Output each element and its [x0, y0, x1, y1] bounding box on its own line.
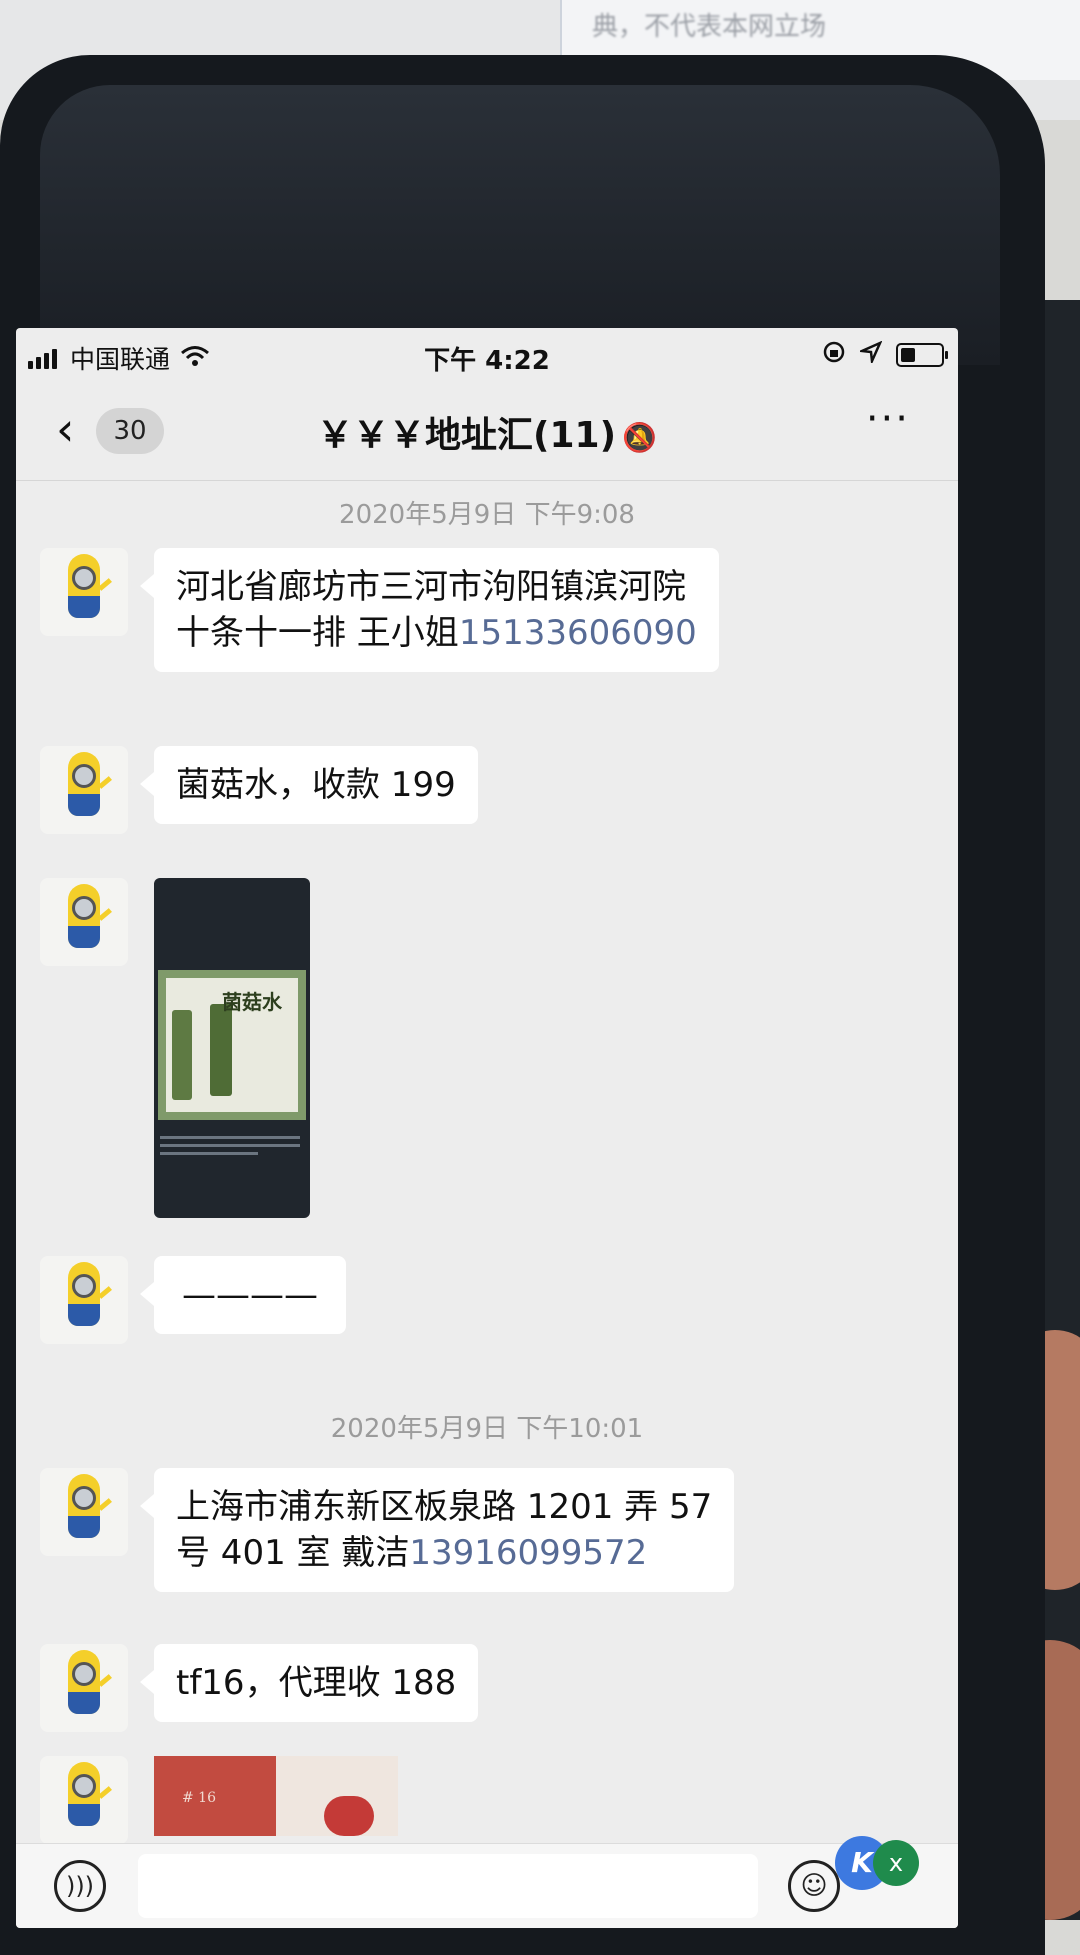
avatar[interactable]	[40, 1468, 128, 1556]
image-caption-lines	[160, 1136, 300, 1160]
poster-title: 菌菇水	[222, 990, 282, 1014]
input-bar: ))) ☺	[16, 1843, 958, 1928]
message-text: tf16，代理收 188	[176, 1663, 457, 1703]
avatar[interactable]	[40, 746, 128, 834]
chat-title: ￥￥￥地址汇(11) 🔕	[16, 406, 958, 458]
image-label: # 16	[182, 1790, 216, 1806]
image-message[interactable]: # 16	[154, 1756, 398, 1836]
status-time: 下午 4:22	[424, 346, 550, 376]
group-name: ￥￥￥地址汇(11)	[317, 415, 617, 456]
message-text: 十条十一排 王小姐	[176, 613, 459, 653]
message-row: # 16	[40, 1756, 398, 1844]
timestamp: 2020年5月9日 下午9:08	[339, 500, 635, 530]
close-icon[interactable]: x	[873, 1840, 919, 1886]
message-text: 菌菇水，收款 199	[176, 765, 456, 805]
phone-link[interactable]: 15133606090	[459, 613, 697, 653]
voice-input-icon[interactable]: )))	[54, 1860, 106, 1912]
product-poster-image: 菌菇水	[158, 970, 306, 1120]
message-bubble[interactable]: ————	[140, 1256, 346, 1334]
message-text: 号 401 室 戴洁	[176, 1533, 410, 1573]
avatar[interactable]	[40, 878, 128, 966]
phone-bezel	[40, 85, 1000, 365]
status-bar: 中国联通 下午 4:22	[16, 328, 958, 388]
message-row: ————	[40, 1256, 346, 1344]
avatar[interactable]	[40, 548, 128, 636]
message-text: 上海市浦东新区板泉路 1201 弄 57	[176, 1487, 713, 1527]
message-bubble[interactable]: tf16，代理收 188	[139, 1644, 479, 1722]
background-text: 典，不代表本网立场	[592, 12, 827, 42]
location-icon	[857, 340, 883, 369]
message-input[interactable]	[138, 1854, 758, 1918]
message-row: 河北省廊坊市三河市泃阳镇滨河院 十条十一排 王小姐15133606090	[40, 548, 719, 672]
lipstick-image	[276, 1756, 398, 1836]
lipstick-image: # 16	[154, 1756, 276, 1836]
timestamp: 2020年5月9日 下午10:01	[330, 1414, 644, 1444]
message-bubble[interactable]: 菌菇水，收款 199	[140, 746, 478, 824]
chat-screen: 中国联通 下午 4:22 ‹ 30 ￥￥￥地址汇(11) 🔕 ··· 2020年5…	[16, 328, 958, 1928]
message-row: 上海市浦东新区板泉路 1201 弄 57 号 401 室 戴洁139160995…	[40, 1468, 735, 1592]
phone-link[interactable]: 13916099572	[409, 1533, 647, 1573]
message-text: ————	[182, 1275, 318, 1315]
avatar[interactable]	[40, 1756, 128, 1844]
mute-bell-icon: 🔕	[622, 421, 657, 454]
message-row: 菌菇水	[40, 878, 310, 1218]
header-divider	[16, 480, 958, 481]
message-text: 河北省廊坊市三河市泃阳镇滨河院	[176, 567, 686, 607]
more-options-button[interactable]: ···	[866, 396, 910, 442]
avatar[interactable]	[40, 1644, 128, 1732]
message-bubble[interactable]: 上海市浦东新区板泉路 1201 弄 57 号 401 室 戴洁139160995…	[139, 1468, 735, 1592]
message-row: 菌菇水，收款 199	[40, 746, 478, 834]
avatar[interactable]	[40, 1256, 128, 1344]
status-right	[822, 340, 948, 370]
chat-header: ‹ 30 ￥￥￥地址汇(11) 🔕 ···	[16, 388, 958, 478]
message-row: tf16，代理收 188	[40, 1644, 479, 1732]
floating-app-badge[interactable]: K x	[835, 1830, 965, 1920]
image-message[interactable]: 菌菇水	[154, 878, 310, 1218]
emoji-icon[interactable]: ☺	[788, 1860, 840, 1912]
message-bubble[interactable]: 河北省廊坊市三河市泃阳镇滨河院 十条十一排 王小姐15133606090	[140, 548, 719, 672]
orientation-lock-icon	[822, 340, 846, 370]
battery-icon	[896, 343, 948, 367]
